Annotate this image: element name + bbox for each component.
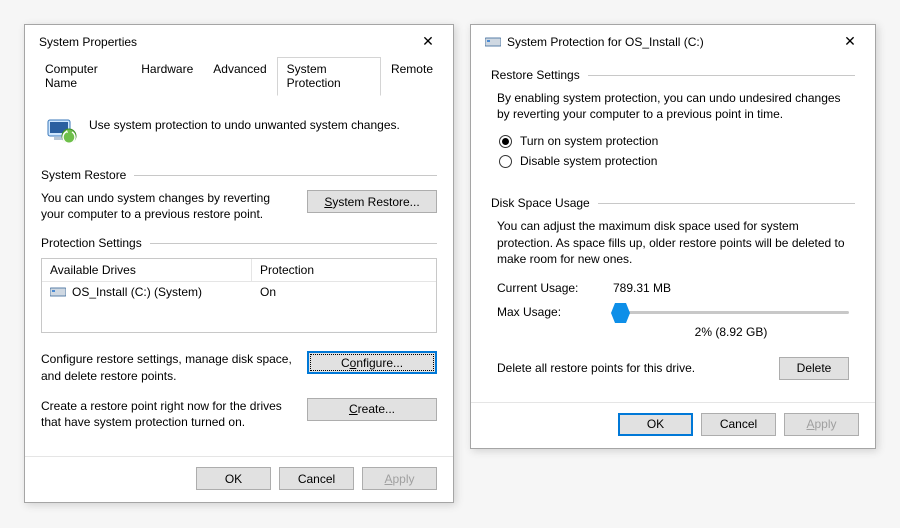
delete-button[interactable]: Delete [779, 357, 849, 380]
titlebar: System Protection for OS_Install (C:) ✕ [471, 25, 875, 56]
tab-computer-name[interactable]: Computer Name [35, 57, 131, 96]
system-restore-button[interactable]: System Restore... [307, 190, 437, 213]
dialog-buttons: OK Cancel Apply [25, 456, 453, 502]
apply-button: Apply [784, 413, 859, 436]
dialog-buttons: OK Cancel Apply [471, 402, 875, 448]
restore-settings-group-label: Restore Settings [491, 68, 580, 82]
cancel-button[interactable]: Cancel [279, 467, 354, 490]
radio-icon [499, 135, 512, 148]
tab-remote[interactable]: Remote [381, 57, 443, 96]
system-protection-drive-dialog: System Protection for OS_Install (C:) ✕ … [470, 24, 876, 449]
radio-icon [499, 155, 512, 168]
max-usage-value: 2% (8.92 GB) [613, 325, 849, 339]
slider-thumb[interactable] [615, 303, 626, 323]
create-button[interactable]: Create... [307, 398, 437, 421]
current-usage-value: 789.31 MB [613, 281, 671, 295]
drive-row[interactable]: OS_Install (C:) (System) On [42, 282, 436, 302]
radio-disable[interactable]: Disable system protection [499, 154, 855, 168]
configure-button[interactable]: Configure... [307, 351, 437, 374]
window-title: System Properties [39, 35, 137, 49]
tab-system-protection[interactable]: System Protection [277, 57, 381, 96]
drive-icon [485, 34, 501, 50]
ok-button[interactable]: OK [618, 413, 693, 436]
apply-button: Apply [362, 467, 437, 490]
window-title: System Protection for OS_Install (C:) [507, 35, 704, 49]
close-icon[interactable]: ✕ [835, 33, 865, 50]
intro-text: Use system protection to undo unwanted s… [89, 114, 400, 132]
system-restore-group-label: System Restore [41, 168, 126, 182]
system-protection-icon [45, 114, 79, 148]
delete-desc: Delete all restore points for this drive… [497, 361, 695, 375]
titlebar: System Properties ✕ [25, 25, 453, 56]
cancel-button[interactable]: Cancel [701, 413, 776, 436]
tab-hardware[interactable]: Hardware [131, 57, 203, 96]
system-properties-dialog: System Properties ✕ Computer Name Hardwa… [24, 24, 454, 503]
restore-settings-desc: By enabling system protection, you can u… [491, 90, 855, 128]
tab-advanced[interactable]: Advanced [203, 57, 276, 96]
system-restore-desc: You can undo system changes by reverting… [41, 190, 295, 222]
ok-button[interactable]: OK [196, 467, 271, 490]
configure-desc: Configure restore settings, manage disk … [41, 351, 295, 383]
drives-list[interactable]: Available Drives Protection OS_Install (… [41, 258, 437, 333]
max-usage-label: Max Usage: [497, 303, 597, 319]
close-icon[interactable]: ✕ [413, 33, 443, 50]
radio-off-label: Disable system protection [520, 154, 657, 168]
col-available-drives: Available Drives [42, 259, 252, 281]
drive-icon [50, 286, 66, 298]
drives-header: Available Drives Protection [42, 259, 436, 282]
drive-name: OS_Install (C:) (System) [72, 285, 202, 299]
col-protection: Protection [252, 259, 436, 281]
tabs: Computer Name Hardware Advanced System P… [35, 56, 443, 96]
drive-protection-status: On [260, 285, 428, 299]
current-usage-label: Current Usage: [497, 281, 597, 295]
disk-usage-desc: You can adjust the maximum disk space us… [491, 218, 855, 273]
radio-on-label: Turn on system protection [520, 134, 658, 148]
radio-turn-on[interactable]: Turn on system protection [499, 134, 855, 148]
protection-settings-group-label: Protection Settings [41, 236, 142, 250]
disk-usage-group-label: Disk Space Usage [491, 196, 590, 210]
create-desc: Create a restore point right now for the… [41, 398, 295, 430]
max-usage-slider[interactable] [613, 303, 849, 323]
